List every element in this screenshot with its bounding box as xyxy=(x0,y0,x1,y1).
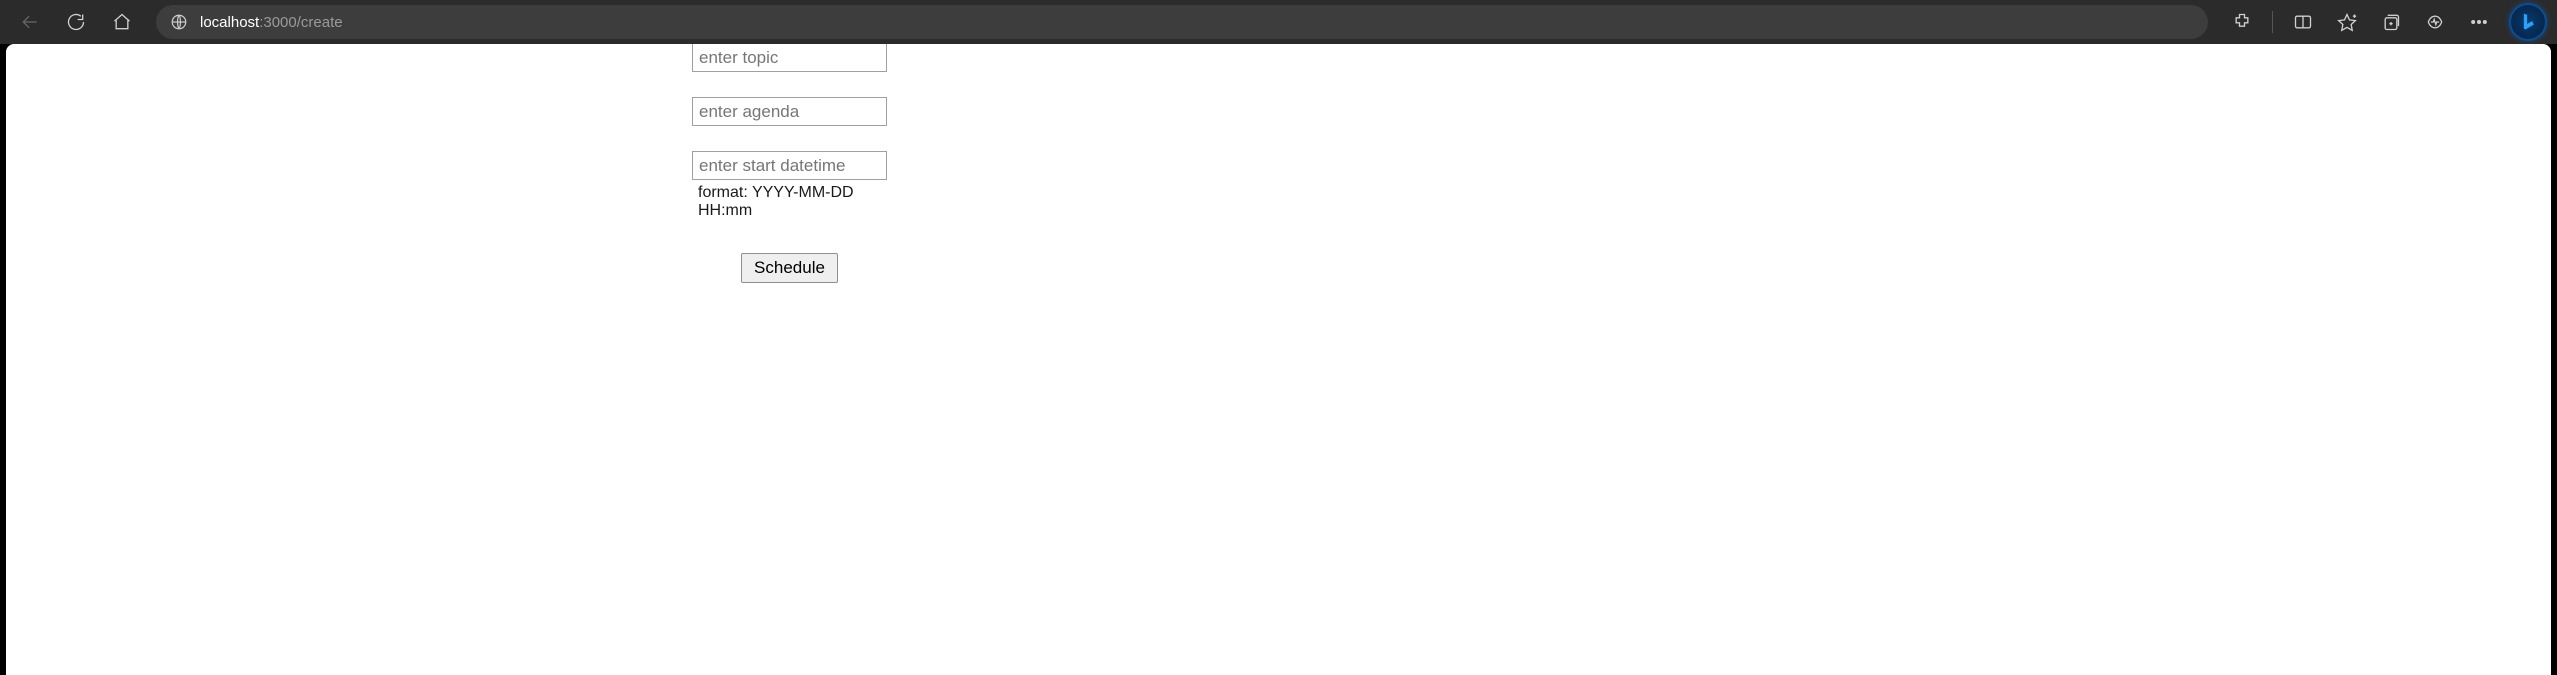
home-button[interactable] xyxy=(102,4,142,40)
extensions-button[interactable] xyxy=(2222,4,2262,40)
home-icon xyxy=(112,12,132,32)
browser-toolbar: localhost:3000/create xyxy=(0,0,2557,44)
collections-icon xyxy=(2381,12,2401,32)
back-button[interactable] xyxy=(10,4,50,40)
arrow-left-icon xyxy=(20,12,40,32)
url-text: localhost:3000/create xyxy=(200,14,343,31)
refresh-icon xyxy=(66,12,86,32)
url-path: :3000/create xyxy=(259,14,342,31)
toolbar-right xyxy=(2222,3,2547,41)
bing-chat-button[interactable] xyxy=(2509,3,2547,41)
refresh-button[interactable] xyxy=(56,4,96,40)
topic-input[interactable] xyxy=(692,44,887,72)
agenda-input[interactable] xyxy=(692,97,887,126)
split-icon xyxy=(2293,12,2313,32)
datetime-format-hint: format: YYYY-MM-DD HH:mm xyxy=(698,184,887,220)
collections-button[interactable] xyxy=(2371,4,2411,40)
start-datetime-input[interactable] xyxy=(692,151,887,180)
more-button[interactable] xyxy=(2459,4,2499,40)
address-bar[interactable]: localhost:3000/create xyxy=(156,5,2208,39)
favorites-button[interactable] xyxy=(2327,4,2367,40)
split-screen-button[interactable] xyxy=(2283,4,2323,40)
ellipsis-icon xyxy=(2469,12,2489,32)
puzzle-icon xyxy=(2232,12,2252,32)
performance-button[interactable] xyxy=(2415,4,2455,40)
create-form: format: YYYY-MM-DD HH:mm Schedule xyxy=(692,44,887,283)
bing-icon xyxy=(2518,12,2538,32)
toolbar-separator xyxy=(2272,11,2273,33)
globe-icon xyxy=(170,13,188,31)
heartbeat-icon xyxy=(2425,12,2445,32)
page-viewport: format: YYYY-MM-DD HH:mm Schedule xyxy=(6,44,2551,675)
schedule-button[interactable]: Schedule xyxy=(741,253,838,283)
star-icon xyxy=(2337,12,2357,32)
url-host: localhost xyxy=(200,14,259,31)
